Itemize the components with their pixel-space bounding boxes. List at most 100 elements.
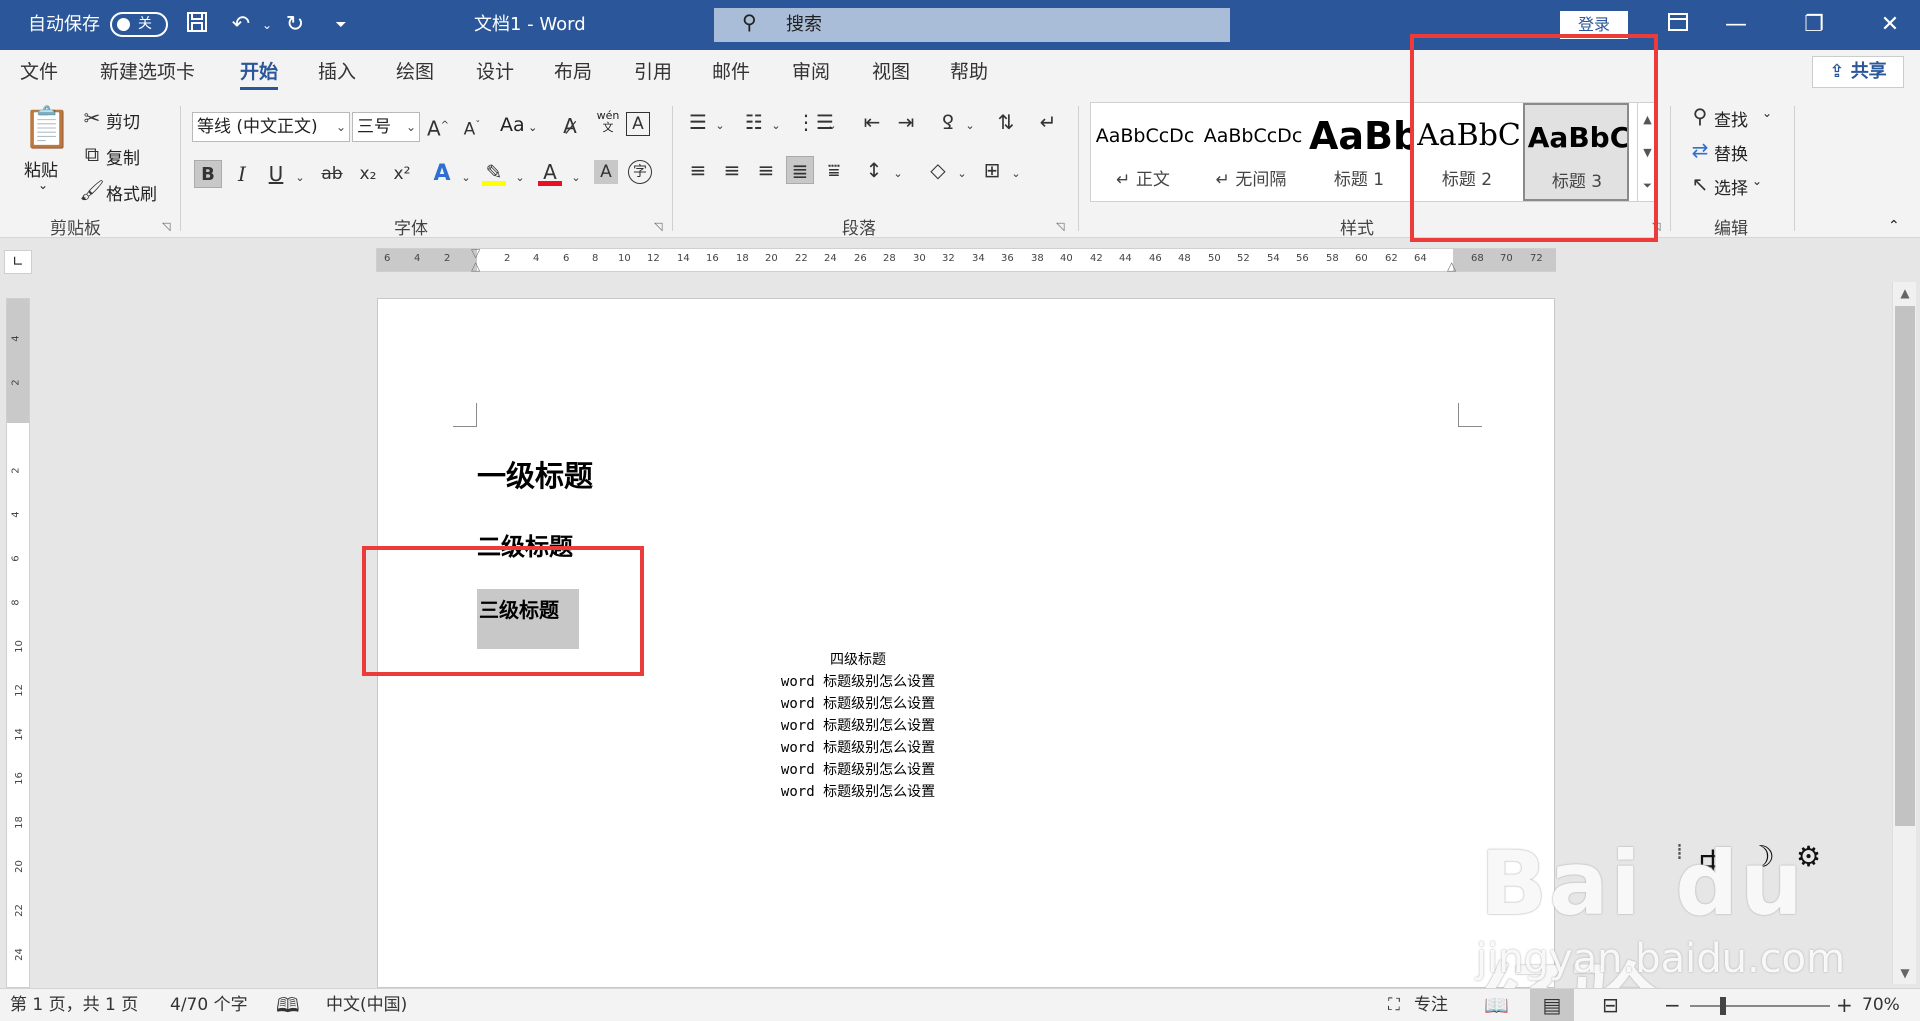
moon-icon[interactable]: ☽ xyxy=(1748,840,1775,875)
find-label[interactable]: 查找 xyxy=(1714,106,1748,131)
select-cursor-icon[interactable]: ↖ xyxy=(1686,170,1714,198)
clipboard-launcher-icon[interactable]: ◹ xyxy=(162,220,170,233)
scroll-down-icon[interactable]: ▼ xyxy=(1893,962,1917,984)
document-body[interactable]: 四级标题 word 标题级别怎么设置 word 标题级别怎么设置 word 标题… xyxy=(758,649,958,803)
italic-button[interactable]: I xyxy=(228,160,256,188)
tab-stop-selector[interactable]: ∟ xyxy=(4,250,32,274)
horizontal-ruler[interactable]: 6 4 2 2 4 6 8 10 12 14 16 18 20 22 24 26… xyxy=(376,246,1556,273)
tab-mailings[interactable]: 邮件 xyxy=(712,50,750,94)
character-border-icon[interactable]: A xyxy=(626,112,650,136)
search-box[interactable]: ⚲ 搜索 xyxy=(714,8,1230,42)
tab-home[interactable]: 开始 xyxy=(240,50,279,94)
align-left-icon[interactable]: ≡ xyxy=(684,156,712,184)
superscript-button[interactable]: x² xyxy=(388,160,416,188)
distributed-icon[interactable]: ⩸ xyxy=(820,156,848,184)
autosave-toggle[interactable]: 关 xyxy=(110,12,168,37)
heading-level-1[interactable]: 一级标题 xyxy=(477,453,593,495)
change-case-button[interactable]: Aa ⌄ xyxy=(500,114,537,136)
tab-references[interactable]: 引用 xyxy=(634,50,672,94)
zoom-level[interactable]: 70% xyxy=(1862,989,1900,1021)
minimize-icon[interactable]: — xyxy=(1708,0,1764,50)
ime-mode[interactable]: 中 xyxy=(1698,840,1728,884)
font-color-icon[interactable]: A xyxy=(536,158,564,186)
chevron-down-icon[interactable]: ⌄ xyxy=(286,164,314,192)
vertical-scrollbar[interactable]: ▲ ▼ xyxy=(1892,282,1916,984)
proofing-icon[interactable]: 🕮 xyxy=(276,989,300,1021)
zoom-slider[interactable] xyxy=(1690,1005,1830,1007)
shrink-font-icon[interactable]: Aˇ xyxy=(458,112,486,140)
word-count[interactable]: 4/70 个字 xyxy=(170,989,248,1021)
ribbon-display-icon[interactable] xyxy=(1650,0,1706,50)
chevron-down-icon[interactable]: ⌄ xyxy=(1762,106,1772,120)
clear-formatting-icon[interactable]: A̷ xyxy=(556,112,584,140)
zoom-out-icon[interactable]: − xyxy=(1664,989,1681,1021)
style-normal[interactable]: AaBbCcDc ↵ 正文 xyxy=(1091,103,1197,201)
print-layout-icon[interactable]: ▤ xyxy=(1530,989,1574,1021)
chevron-down-icon[interactable]: ⌄ xyxy=(706,112,734,140)
undo-dropdown-icon[interactable]: ⌄ xyxy=(252,10,282,40)
gear-icon[interactable]: ⚙ xyxy=(1796,840,1821,873)
language[interactable]: 中文(中国) xyxy=(326,989,407,1021)
read-mode-icon[interactable]: 📖 xyxy=(1484,989,1509,1021)
font-size-combo[interactable]: 三号 ⌄ xyxy=(352,112,420,142)
subscript-button[interactable]: x₂ xyxy=(354,160,382,188)
chevron-down-icon[interactable]: ⌄ xyxy=(956,112,984,140)
cut-label[interactable]: 剪切 xyxy=(106,108,140,133)
font-launcher-icon[interactable]: ◹ xyxy=(654,220,662,233)
share-button[interactable]: ⇪ 共享 xyxy=(1812,56,1904,88)
chevron-down-icon[interactable]: ⌄ xyxy=(1752,174,1762,188)
chevron-down-icon[interactable]: ⌄ xyxy=(506,164,534,192)
scroll-up-icon[interactable]: ▲ xyxy=(1893,282,1917,304)
select-label[interactable]: 选择 xyxy=(1714,174,1748,199)
phonetic-guide-button[interactable]: wén 文 xyxy=(596,110,620,134)
right-indent-marker[interactable]: △ xyxy=(1447,259,1456,273)
replace-icon[interactable]: ⇄ xyxy=(1686,136,1714,164)
chevron-down-icon[interactable]: ⌄ xyxy=(762,112,790,140)
chevron-down-icon[interactable]: ⌄ xyxy=(1002,160,1030,188)
show-formatting-marks-icon[interactable]: ↵ xyxy=(1034,108,1062,136)
align-center-icon[interactable]: ≡ xyxy=(718,156,746,184)
chevron-down-icon[interactable]: ⌄ xyxy=(818,112,846,140)
chevron-down-icon[interactable]: ⌄ xyxy=(452,164,480,192)
tab-layout[interactable]: 布局 xyxy=(554,50,592,94)
decrease-indent-icon[interactable]: ⇤ xyxy=(858,108,886,136)
ime-toolbar[interactable]: ⁞ 中 ☽ ⚙ xyxy=(1676,836,1844,884)
grow-font-icon[interactable]: A^ xyxy=(424,112,452,141)
cut-icon[interactable]: ✂ xyxy=(78,104,106,132)
find-icon[interactable]: ⚲ xyxy=(1686,102,1714,130)
tab-file[interactable]: 文件 xyxy=(20,50,58,94)
replace-label[interactable]: 替换 xyxy=(1714,140,1748,165)
paragraph-launcher-icon[interactable]: ◹ xyxy=(1056,220,1064,233)
focus-icon[interactable]: ⛶ xyxy=(1388,989,1400,1021)
style-no-spacing[interactable]: AaBbCcDc ↵ 无间隔 xyxy=(1199,103,1305,201)
focus-label[interactable]: 专注 xyxy=(1414,989,1448,1021)
save-icon[interactable] xyxy=(182,10,212,40)
customize-qat-icon[interactable]: ⏷ xyxy=(326,10,356,40)
collapse-ribbon-icon[interactable]: ⌃ xyxy=(1888,218,1900,234)
chevron-down-icon[interactable]: ⌄ xyxy=(562,164,590,192)
bold-button[interactable]: B xyxy=(194,160,222,188)
scrollbar-thumb[interactable] xyxy=(1895,306,1915,826)
chevron-down-icon[interactable]: ⌄ xyxy=(948,160,976,188)
highlight-icon[interactable]: ✎ xyxy=(480,158,508,186)
align-right-icon[interactable]: ≡ xyxy=(752,156,780,184)
tab-draw[interactable]: 绘图 xyxy=(396,50,434,94)
chevron-down-icon[interactable]: ⌄ xyxy=(884,160,912,188)
tab-new-tab[interactable]: 新建选项卡 xyxy=(100,50,195,94)
page-count[interactable]: 第 1 页，共 1 页 xyxy=(10,989,138,1021)
tab-design[interactable]: 设计 xyxy=(476,50,514,94)
enclose-characters-icon[interactable]: 字 xyxy=(628,160,652,184)
style-heading-1[interactable]: AaBb 标题 1 xyxy=(1307,103,1413,201)
left-indent-marker[interactable]: △ xyxy=(471,259,480,273)
first-line-indent-marker[interactable]: ▽ xyxy=(471,246,480,260)
tab-help[interactable]: 帮助 xyxy=(950,50,988,94)
zoom-slider-thumb[interactable] xyxy=(1720,997,1726,1015)
paste-icon[interactable]: 📋 xyxy=(22,104,72,152)
tab-review[interactable]: 审阅 xyxy=(792,50,830,94)
sort-icon[interactable]: ⇅ xyxy=(992,108,1020,136)
strikethrough-button[interactable]: ab xyxy=(318,160,346,188)
copy-icon[interactable]: ⧉ xyxy=(78,140,106,168)
zoom-in-icon[interactable]: + xyxy=(1836,989,1853,1021)
close-icon[interactable]: ✕ xyxy=(1862,0,1918,50)
paste-dropdown-icon[interactable]: ⌄ xyxy=(38,178,48,192)
